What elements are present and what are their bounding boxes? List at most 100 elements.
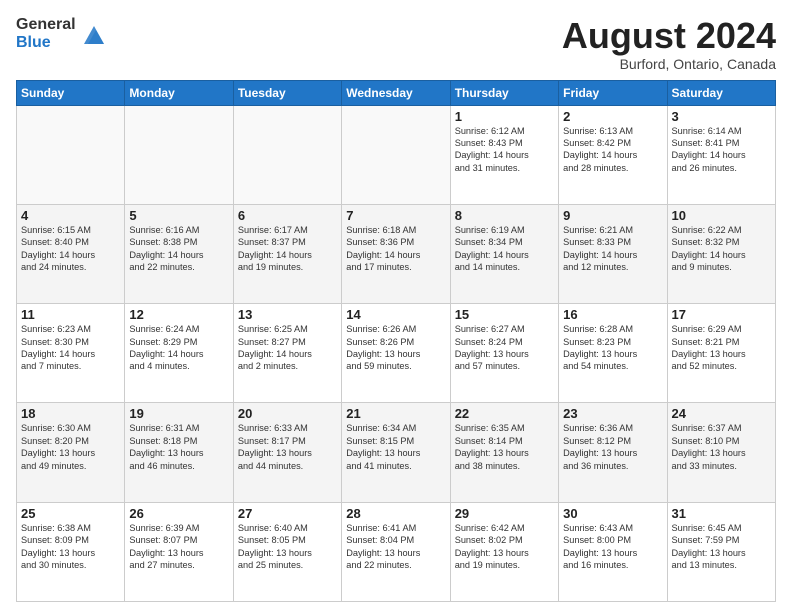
main-title: August 2024 <box>562 16 776 56</box>
table-row: 20Sunrise: 6:33 AM Sunset: 8:17 PM Dayli… <box>233 403 341 502</box>
day-number: 30 <box>563 506 662 521</box>
table-row <box>342 105 450 204</box>
day-number: 24 <box>672 406 771 421</box>
day-info: Sunrise: 6:16 AM Sunset: 8:38 PM Dayligh… <box>129 224 228 274</box>
day-info: Sunrise: 6:38 AM Sunset: 8:09 PM Dayligh… <box>21 522 120 572</box>
page: General Blue August 2024 Burford, Ontari… <box>0 0 792 612</box>
table-row: 7Sunrise: 6:18 AM Sunset: 8:36 PM Daylig… <box>342 204 450 303</box>
day-info: Sunrise: 6:22 AM Sunset: 8:32 PM Dayligh… <box>672 224 771 274</box>
col-thursday: Thursday <box>450 80 558 105</box>
table-row: 17Sunrise: 6:29 AM Sunset: 8:21 PM Dayli… <box>667 304 775 403</box>
day-number: 27 <box>238 506 337 521</box>
table-row: 16Sunrise: 6:28 AM Sunset: 8:23 PM Dayli… <box>559 304 667 403</box>
table-row: 29Sunrise: 6:42 AM Sunset: 8:02 PM Dayli… <box>450 502 558 601</box>
day-info: Sunrise: 6:35 AM Sunset: 8:14 PM Dayligh… <box>455 422 554 472</box>
subtitle: Burford, Ontario, Canada <box>562 56 776 72</box>
table-row: 4Sunrise: 6:15 AM Sunset: 8:40 PM Daylig… <box>17 204 125 303</box>
table-row: 27Sunrise: 6:40 AM Sunset: 8:05 PM Dayli… <box>233 502 341 601</box>
table-row: 24Sunrise: 6:37 AM Sunset: 8:10 PM Dayli… <box>667 403 775 502</box>
day-number: 16 <box>563 307 662 322</box>
table-row: 12Sunrise: 6:24 AM Sunset: 8:29 PM Dayli… <box>125 304 233 403</box>
header: General Blue August 2024 Burford, Ontari… <box>16 16 776 72</box>
table-row: 26Sunrise: 6:39 AM Sunset: 8:07 PM Dayli… <box>125 502 233 601</box>
table-row: 31Sunrise: 6:45 AM Sunset: 7:59 PM Dayli… <box>667 502 775 601</box>
logo: General Blue <box>16 16 108 51</box>
logo-blue: Blue <box>16 34 76 52</box>
table-row: 14Sunrise: 6:26 AM Sunset: 8:26 PM Dayli… <box>342 304 450 403</box>
table-row: 6Sunrise: 6:17 AM Sunset: 8:37 PM Daylig… <box>233 204 341 303</box>
logo-general: General <box>16 16 76 34</box>
day-number: 14 <box>346 307 445 322</box>
day-number: 31 <box>672 506 771 521</box>
table-row: 18Sunrise: 6:30 AM Sunset: 8:20 PM Dayli… <box>17 403 125 502</box>
calendar-week-row: 4Sunrise: 6:15 AM Sunset: 8:40 PM Daylig… <box>17 204 776 303</box>
table-row: 28Sunrise: 6:41 AM Sunset: 8:04 PM Dayli… <box>342 502 450 601</box>
day-info: Sunrise: 6:41 AM Sunset: 8:04 PM Dayligh… <box>346 522 445 572</box>
day-number: 3 <box>672 109 771 124</box>
table-row: 11Sunrise: 6:23 AM Sunset: 8:30 PM Dayli… <box>17 304 125 403</box>
calendar-week-row: 25Sunrise: 6:38 AM Sunset: 8:09 PM Dayli… <box>17 502 776 601</box>
table-row: 30Sunrise: 6:43 AM Sunset: 8:00 PM Dayli… <box>559 502 667 601</box>
table-row: 25Sunrise: 6:38 AM Sunset: 8:09 PM Dayli… <box>17 502 125 601</box>
day-info: Sunrise: 6:28 AM Sunset: 8:23 PM Dayligh… <box>563 323 662 373</box>
calendar-week-row: 18Sunrise: 6:30 AM Sunset: 8:20 PM Dayli… <box>17 403 776 502</box>
day-info: Sunrise: 6:18 AM Sunset: 8:36 PM Dayligh… <box>346 224 445 274</box>
day-info: Sunrise: 6:40 AM Sunset: 8:05 PM Dayligh… <box>238 522 337 572</box>
table-row: 1Sunrise: 6:12 AM Sunset: 8:43 PM Daylig… <box>450 105 558 204</box>
day-info: Sunrise: 6:30 AM Sunset: 8:20 PM Dayligh… <box>21 422 120 472</box>
day-number: 6 <box>238 208 337 223</box>
calendar-week-row: 1Sunrise: 6:12 AM Sunset: 8:43 PM Daylig… <box>17 105 776 204</box>
col-wednesday: Wednesday <box>342 80 450 105</box>
day-number: 12 <box>129 307 228 322</box>
day-number: 22 <box>455 406 554 421</box>
day-number: 28 <box>346 506 445 521</box>
day-info: Sunrise: 6:43 AM Sunset: 8:00 PM Dayligh… <box>563 522 662 572</box>
day-number: 17 <box>672 307 771 322</box>
day-info: Sunrise: 6:14 AM Sunset: 8:41 PM Dayligh… <box>672 125 771 175</box>
table-row <box>17 105 125 204</box>
day-number: 23 <box>563 406 662 421</box>
day-info: Sunrise: 6:37 AM Sunset: 8:10 PM Dayligh… <box>672 422 771 472</box>
day-info: Sunrise: 6:24 AM Sunset: 8:29 PM Dayligh… <box>129 323 228 373</box>
title-block: August 2024 Burford, Ontario, Canada <box>562 16 776 72</box>
day-number: 29 <box>455 506 554 521</box>
logo-text: General Blue <box>16 16 76 51</box>
col-monday: Monday <box>125 80 233 105</box>
day-number: 21 <box>346 406 445 421</box>
day-number: 10 <box>672 208 771 223</box>
table-row: 2Sunrise: 6:13 AM Sunset: 8:42 PM Daylig… <box>559 105 667 204</box>
calendar-week-row: 11Sunrise: 6:23 AM Sunset: 8:30 PM Dayli… <box>17 304 776 403</box>
day-number: 18 <box>21 406 120 421</box>
day-number: 13 <box>238 307 337 322</box>
day-info: Sunrise: 6:26 AM Sunset: 8:26 PM Dayligh… <box>346 323 445 373</box>
col-saturday: Saturday <box>667 80 775 105</box>
day-info: Sunrise: 6:39 AM Sunset: 8:07 PM Dayligh… <box>129 522 228 572</box>
day-info: Sunrise: 6:13 AM Sunset: 8:42 PM Dayligh… <box>563 125 662 175</box>
day-info: Sunrise: 6:34 AM Sunset: 8:15 PM Dayligh… <box>346 422 445 472</box>
day-info: Sunrise: 6:23 AM Sunset: 8:30 PM Dayligh… <box>21 323 120 373</box>
calendar-header-row: Sunday Monday Tuesday Wednesday Thursday… <box>17 80 776 105</box>
day-number: 25 <box>21 506 120 521</box>
table-row: 9Sunrise: 6:21 AM Sunset: 8:33 PM Daylig… <box>559 204 667 303</box>
day-info: Sunrise: 6:42 AM Sunset: 8:02 PM Dayligh… <box>455 522 554 572</box>
table-row: 15Sunrise: 6:27 AM Sunset: 8:24 PM Dayli… <box>450 304 558 403</box>
table-row: 19Sunrise: 6:31 AM Sunset: 8:18 PM Dayli… <box>125 403 233 502</box>
day-number: 20 <box>238 406 337 421</box>
logo-icon <box>80 20 108 48</box>
col-tuesday: Tuesday <box>233 80 341 105</box>
table-row: 13Sunrise: 6:25 AM Sunset: 8:27 PM Dayli… <box>233 304 341 403</box>
day-info: Sunrise: 6:36 AM Sunset: 8:12 PM Dayligh… <box>563 422 662 472</box>
day-number: 7 <box>346 208 445 223</box>
day-number: 2 <box>563 109 662 124</box>
day-number: 4 <box>21 208 120 223</box>
table-row: 21Sunrise: 6:34 AM Sunset: 8:15 PM Dayli… <box>342 403 450 502</box>
table-row <box>125 105 233 204</box>
table-row: 8Sunrise: 6:19 AM Sunset: 8:34 PM Daylig… <box>450 204 558 303</box>
day-info: Sunrise: 6:45 AM Sunset: 7:59 PM Dayligh… <box>672 522 771 572</box>
day-number: 19 <box>129 406 228 421</box>
table-row <box>233 105 341 204</box>
day-number: 9 <box>563 208 662 223</box>
day-info: Sunrise: 6:12 AM Sunset: 8:43 PM Dayligh… <box>455 125 554 175</box>
day-info: Sunrise: 6:27 AM Sunset: 8:24 PM Dayligh… <box>455 323 554 373</box>
day-info: Sunrise: 6:21 AM Sunset: 8:33 PM Dayligh… <box>563 224 662 274</box>
